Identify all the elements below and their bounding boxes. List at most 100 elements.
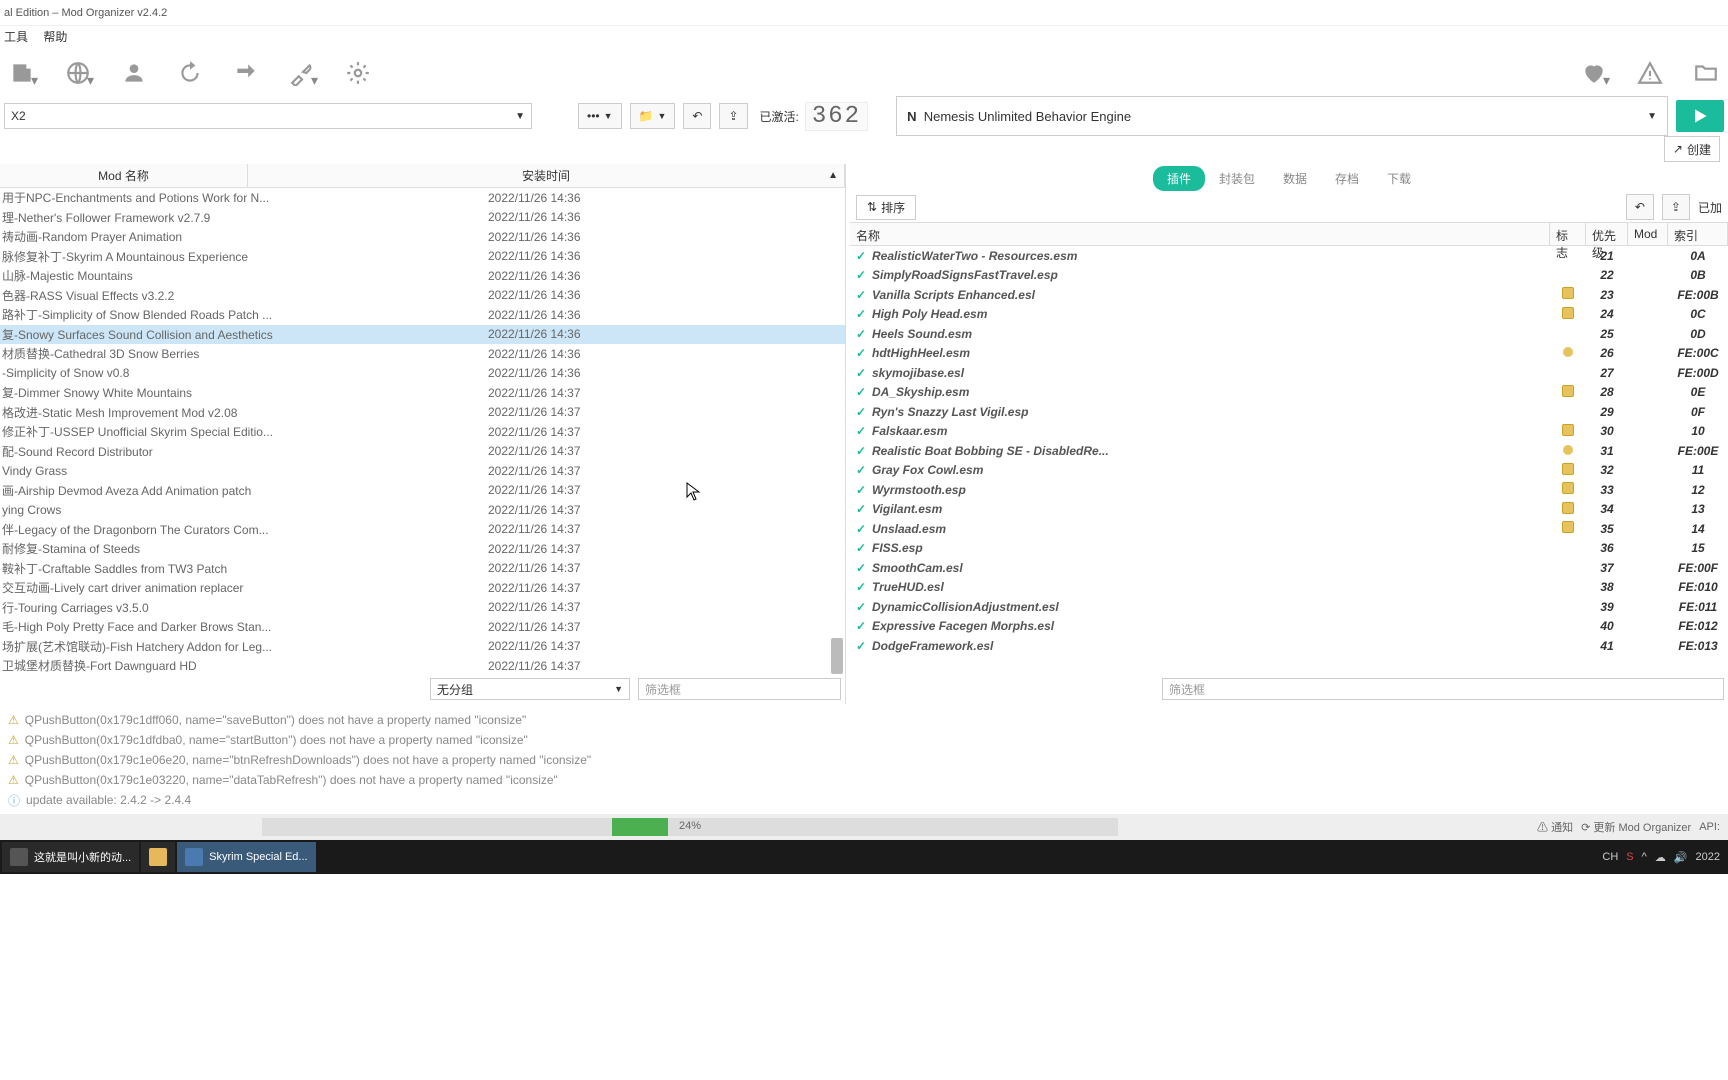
menu-help[interactable]: 帮助 bbox=[43, 30, 67, 44]
menu-tools[interactable]: 工具 bbox=[4, 30, 28, 44]
window-titlebar: al Edition – Mod Organizer v2.4.2 bbox=[0, 0, 1728, 26]
loaded-label: 已加 bbox=[1698, 199, 1722, 216]
system-tray[interactable]: CHS^☁🔊 2022 bbox=[1602, 851, 1726, 864]
plugin-row[interactable]: ✓hdtHighHeel.esm26FE:00C bbox=[850, 344, 1728, 364]
notify-icon[interactable]: ⚠ 通知 bbox=[1537, 819, 1573, 835]
pcol-name[interactable]: 名称 bbox=[850, 223, 1550, 245]
plugin-row[interactable]: ✓SmoothCam.esl37FE:00F bbox=[850, 558, 1728, 578]
globe-icon[interactable]: ▾ bbox=[64, 59, 92, 87]
export-icon[interactable] bbox=[232, 59, 260, 87]
plugin-backup-button[interactable]: ⇪ bbox=[1662, 194, 1690, 220]
plugin-row[interactable]: ✓Vanilla Scripts Enhanced.esl23FE:00B bbox=[850, 285, 1728, 305]
task-explorer[interactable] bbox=[141, 842, 175, 872]
tab-downloads[interactable]: 下载 bbox=[1373, 166, 1425, 191]
executable-select[interactable]: N Nemesis Unlimited Behavior Engine ▼ bbox=[896, 96, 1668, 136]
plugin-row[interactable]: ✓RealisticWaterTwo - Resources.esm210A bbox=[850, 246, 1728, 266]
sort-button[interactable]: ⇅ 排序 bbox=[856, 195, 916, 220]
mod-row[interactable]: -Simplicity of Snow v0.82022/11/26 14:36 bbox=[0, 364, 845, 384]
tab-plugins[interactable]: 插件 bbox=[1153, 166, 1205, 191]
mod-row[interactable]: 卫城堡材质替换-Fort Dawnguard HD2022/11/26 14:3… bbox=[0, 656, 845, 674]
scrollbar-thumb[interactable] bbox=[831, 638, 843, 674]
progress-bar: 24% bbox=[262, 818, 1118, 836]
mod-row[interactable]: 材质替换-Cathedral 3D Snow Berries2022/11/26… bbox=[0, 344, 845, 364]
col-mod-name[interactable]: Mod 名称 bbox=[0, 164, 248, 187]
folder-icon[interactable] bbox=[1692, 59, 1720, 87]
plugin-row[interactable]: ✓Realistic Boat Bobbing SE - DisabledRe.… bbox=[850, 441, 1728, 461]
mod-row[interactable]: 交互动画-Lively cart driver animation replac… bbox=[0, 578, 845, 598]
pcol-mod[interactable]: Mod bbox=[1628, 223, 1668, 245]
warning-icon[interactable] bbox=[1636, 59, 1664, 87]
mod-row[interactable]: 格改进-Static Mesh Improvement Mod v2.08202… bbox=[0, 403, 845, 423]
plugin-filter-input[interactable]: 筛选框 bbox=[1162, 678, 1724, 700]
plugin-row[interactable]: ✓Ryn's Snazzy Last Vigil.esp290F bbox=[850, 402, 1728, 422]
plugin-list[interactable]: ✓RealisticWaterTwo - Resources.esm210A✓S… bbox=[850, 246, 1728, 674]
endorse-icon[interactable]: ▾ bbox=[1580, 59, 1608, 87]
mod-row[interactable]: 伴-Legacy of the Dragonborn The Curators … bbox=[0, 520, 845, 540]
mod-row[interactable]: 色器-RASS Visual Effects v3.2.22022/11/26 … bbox=[0, 286, 845, 306]
task-mo2[interactable]: Skyrim Special Ed... bbox=[177, 842, 315, 872]
info-icon: ⓘ bbox=[8, 792, 20, 809]
plugin-row[interactable]: ✓High Poly Head.esm240C bbox=[850, 305, 1728, 325]
plugin-restore-button[interactable]: ↶ bbox=[1626, 194, 1654, 220]
mod-row[interactable]: 鞍补丁-Craftable Saddles from TW3 Patch2022… bbox=[0, 559, 845, 579]
plugin-row[interactable]: ✓Falskaar.esm3010 bbox=[850, 422, 1728, 442]
group-combo[interactable]: 无分组▼ bbox=[430, 678, 630, 700]
list-options-button[interactable]: ••• ▼ bbox=[578, 103, 622, 129]
mod-row[interactable]: 复-Dimmer Snowy White Mountains2022/11/26… bbox=[0, 383, 845, 403]
mod-row[interactable]: 配-Sound Record Distributor2022/11/26 14:… bbox=[0, 442, 845, 462]
run-button[interactable] bbox=[1676, 100, 1724, 132]
folder-options-button[interactable]: 📁 ▼ bbox=[630, 103, 676, 129]
pcol-priority[interactable]: 优先级 bbox=[1586, 223, 1628, 245]
restore-button[interactable]: ↶ bbox=[683, 103, 711, 129]
mod-row[interactable]: 复-Snowy Surfaces Sound Collision and Aes… bbox=[0, 325, 845, 345]
mod-row[interactable]: 修正补丁-USSEP Unofficial Skyrim Special Edi… bbox=[0, 422, 845, 442]
mod-row[interactable]: 毛-High Poly Pretty Face and Darker Brows… bbox=[0, 617, 845, 637]
plugin-row[interactable]: ✓Vigilant.esm3413 bbox=[850, 500, 1728, 520]
col-install-time[interactable]: 安装时间▲ bbox=[248, 164, 845, 187]
tab-data[interactable]: 数据 bbox=[1269, 166, 1321, 191]
plugin-row[interactable]: ✓TrueHUD.esl38FE:010 bbox=[850, 578, 1728, 598]
tools-icon[interactable]: ▾ bbox=[288, 59, 316, 87]
mod-row[interactable]: 耐修复-Stamina of Steeds2022/11/26 14:37 bbox=[0, 539, 845, 559]
tab-saves[interactable]: 存档 bbox=[1321, 166, 1373, 191]
plugin-row[interactable]: ✓SimplyRoadSignsFastTravel.esp220B bbox=[850, 266, 1728, 286]
mod-row[interactable]: 理-Nether's Follower Framework v2.7.92022… bbox=[0, 208, 845, 228]
plugin-row[interactable]: ✓Heels Sound.esm250D bbox=[850, 324, 1728, 344]
profile-select[interactable]: X2▼ bbox=[4, 103, 532, 129]
mod-row[interactable]: 行-Touring Carriages v3.5.02022/11/26 14:… bbox=[0, 598, 845, 618]
warn-icon: ⚠ bbox=[8, 713, 19, 727]
mod-row[interactable]: 画-Airship Devmod Aveza Add Animation pat… bbox=[0, 481, 845, 501]
right-tabs: 插件 封装包 数据 存档 下载 bbox=[850, 164, 1728, 192]
plugin-row[interactable]: ✓skymojibase.esl27FE:00D bbox=[850, 363, 1728, 383]
mod-row[interactable]: ying Crows2022/11/26 14:37 bbox=[0, 500, 845, 520]
mod-row[interactable]: 场扩展(艺术馆联动)-Fish Hatchery Addon for Leg..… bbox=[0, 637, 845, 657]
plugin-row[interactable]: ✓FISS.esp3615 bbox=[850, 539, 1728, 559]
plugin-row[interactable]: ✓DynamicCollisionAdjustment.esl39FE:011 bbox=[850, 597, 1728, 617]
menubar: 工具 帮助 bbox=[0, 26, 1728, 48]
mod-row[interactable]: 用于NPC-Enchantments and Potions Work for … bbox=[0, 188, 845, 208]
mod-row[interactable]: Vindy Grass2022/11/26 14:37 bbox=[0, 461, 845, 481]
update-link[interactable]: ⟳ 更新 Mod Organizer bbox=[1581, 819, 1691, 835]
mod-row[interactable]: 路补丁-Simplicity of Snow Blended Roads Pat… bbox=[0, 305, 845, 325]
tab-archives[interactable]: 封装包 bbox=[1205, 166, 1269, 191]
settings-icon[interactable] bbox=[344, 59, 372, 87]
profile-icon[interactable] bbox=[120, 59, 148, 87]
plugin-row[interactable]: ✓DodgeFramework.esl41FE:013 bbox=[850, 636, 1728, 656]
plugin-row[interactable]: ✓Unslaad.esm3514 bbox=[850, 519, 1728, 539]
mod-row[interactable]: 脉修复补丁-Skyrim A Mountainous Experience202… bbox=[0, 247, 845, 267]
mod-row[interactable]: 山脉-Majestic Mountains2022/11/26 14:36 bbox=[0, 266, 845, 286]
backup-button[interactable]: ⇪ bbox=[719, 103, 747, 129]
refresh-icon[interactable] bbox=[176, 59, 204, 87]
plugin-row[interactable]: ✓Gray Fox Cowl.esm3211 bbox=[850, 461, 1728, 481]
plugin-row[interactable]: ✓Wyrmstooth.esp3312 bbox=[850, 480, 1728, 500]
pcol-index[interactable]: 索引 bbox=[1668, 223, 1728, 245]
pcol-flag[interactable]: 标志 bbox=[1550, 223, 1586, 245]
plugin-row[interactable]: ✓Expressive Facegen Morphs.esl40FE:012 bbox=[850, 617, 1728, 637]
mod-row[interactable]: 祷动画-Random Prayer Animation2022/11/26 14… bbox=[0, 227, 845, 247]
plugin-row[interactable]: ✓DA_Skyship.esm280E bbox=[850, 383, 1728, 403]
mod-filter-input[interactable]: 筛选框 bbox=[638, 678, 841, 700]
task-item[interactable]: 这就是叫小新的动... bbox=[2, 842, 139, 872]
mod-list[interactable]: 用于NPC-Enchantments and Potions Work for … bbox=[0, 188, 845, 674]
shortcut-button[interactable]: ↗ 创建 bbox=[1664, 136, 1720, 162]
install-mod-icon[interactable]: ▾ bbox=[8, 59, 36, 87]
